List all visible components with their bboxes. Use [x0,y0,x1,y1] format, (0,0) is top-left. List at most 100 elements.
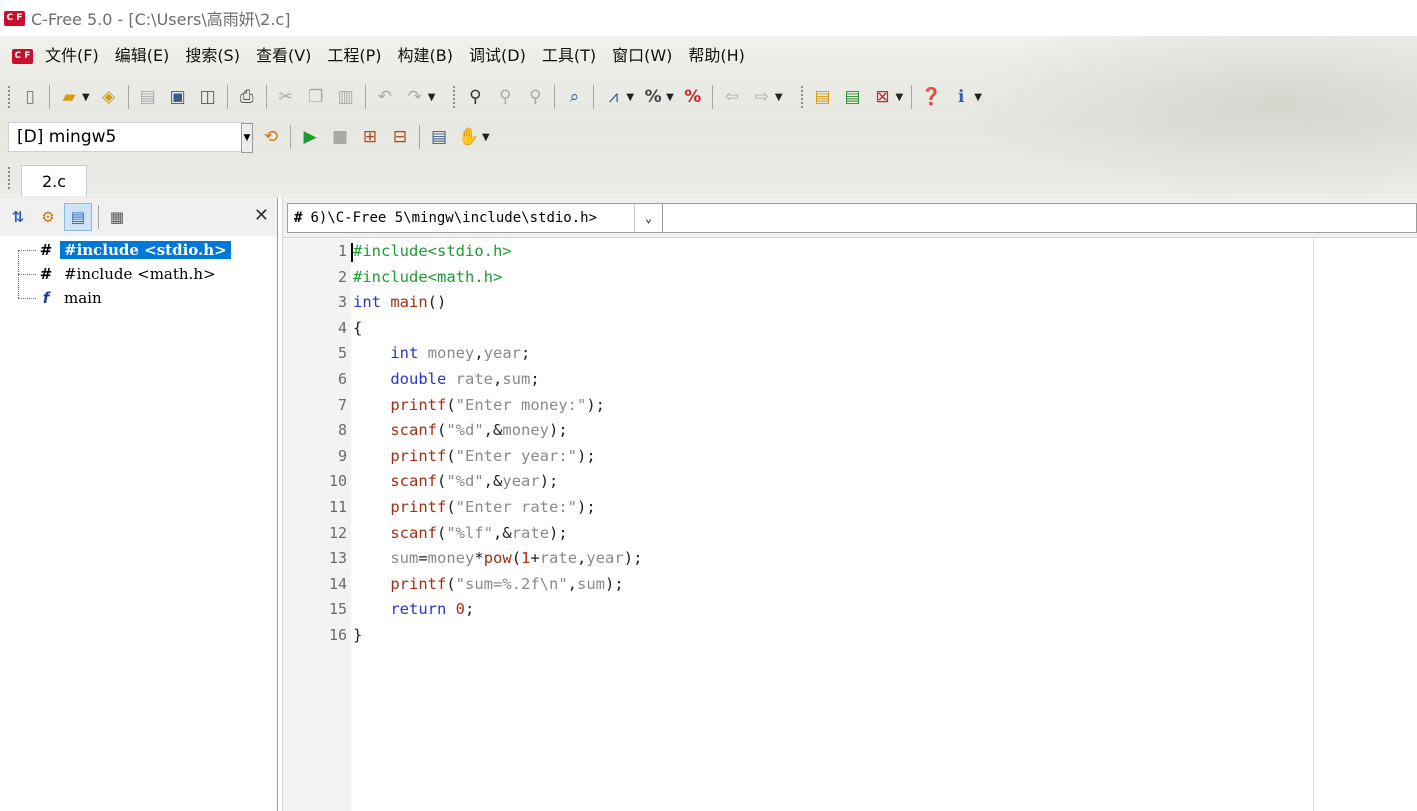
redo-icon[interactable]: ↷ [402,84,428,110]
menu-edit[interactable]: 编辑(E) [107,42,178,70]
build-dropdown-icon[interactable]: ▼ [482,132,490,143]
back-icon[interactable]: ⇦ [719,84,745,110]
code-line[interactable]: double rate,sum; [353,367,1313,393]
code-line[interactable]: return 0; [353,597,1313,623]
compiler-select-dropdown-icon[interactable]: ▼ [241,123,253,153]
stop-icon[interactable]: ■ [327,124,353,150]
undo-icon[interactable]: ↶ [372,84,398,110]
toolbar-grip[interactable] [8,86,11,108]
find-prev-icon[interactable]: ⚲ [522,84,548,110]
build-icon[interactable]: ⊟ [387,124,413,150]
include-combo[interactable]: # 6)\C-Free 5\mingw\include\stdio.h> ⌄ [287,202,663,233]
menu-tools[interactable]: 工具(T) [534,42,604,70]
menu-debug[interactable]: 调试(D) [461,42,534,70]
menu-app-icon[interactable]: C F [12,48,33,64]
tree-item[interactable]: # #include <math.h> [0,262,277,286]
uncomment-icon[interactable]: % [680,84,706,110]
line-number: 12 [328,523,347,542]
tabstrip-grip[interactable] [8,167,11,189]
open-folder-icon[interactable]: ▰ [56,84,82,110]
sort-az-icon[interactable]: ⇅ [4,203,32,231]
menu-help[interactable]: 帮助(H) [680,42,753,70]
line-number: 3 [337,293,347,312]
symbol-list-icon[interactable]: ▤ [64,203,92,231]
project-files-icon[interactable]: ▤ [810,84,836,110]
help-icon[interactable]: ❓ [918,84,944,110]
function-combo[interactable] [663,202,1417,233]
file-list-icon[interactable]: ▦ [103,203,131,231]
compiler-settings-icon[interactable]: ⟲ [258,124,284,150]
code-line[interactable]: scanf("%d",&money); [353,418,1313,444]
open-dropdown-icon[interactable]: ▼ [82,92,90,103]
code-line[interactable]: int main() [353,290,1313,316]
code-editor[interactable]: #include<stdio.h> #include<math.h> int mai… [353,239,1313,649]
comment-icon[interactable]: % [640,84,666,110]
bookmark-icon[interactable]: ⩘ [600,84,626,110]
code-line[interactable]: printf("Enter money:"); [353,393,1313,419]
replace-icon[interactable]: ⌕ [561,84,587,110]
menu-bar: C F 文件(F) 编辑(E) 搜索(S) 查看(V) 工程(P) 构建(B) … [8,42,753,70]
bookmark-dropdown-icon[interactable]: ▼ [626,92,634,103]
code-line[interactable]: } [353,623,1313,649]
close-icon[interactable]: ✕ [254,205,269,226]
build-log-icon[interactable]: ▤ [426,124,452,150]
menu-file[interactable]: 文件(F) [37,42,107,70]
undo-redo-dropdown-icon[interactable]: ▼ [428,92,436,103]
menu-search[interactable]: 搜索(S) [177,42,248,70]
code-line[interactable]: printf("Enter rate:"); [353,495,1313,521]
toolbar-grip[interactable] [800,86,804,108]
forward-icon[interactable]: ⇨ [749,84,775,110]
line-number: 4 [337,318,347,337]
toolbar-grip[interactable] [453,86,456,108]
menu-window[interactable]: 窗口(W) [604,42,680,70]
tree-item[interactable]: # #include <stdio.h> [0,238,277,262]
standard-toolbar: ▯ ▰ ▼ ◈ ▤ ▣ ◫ ⎙ ✂ ❐ ▥ ↶ ↷ ▼ ⚲ ⚲ ⚲ ⌕ ⩘ ▼ … [8,80,986,114]
tab-2c[interactable]: 2.c [21,165,87,196]
info-icon[interactable]: ℹ [948,84,974,110]
project-dropdown-icon[interactable]: ▼ [896,92,904,103]
save-all-icon[interactable]: ◫ [195,84,221,110]
toolbar-separator [49,85,50,109]
compiler-select[interactable]: [D] mingw5 ▼ [8,122,253,153]
copy-icon[interactable]: ❐ [303,84,329,110]
line-number: 8 [337,421,347,440]
code-line[interactable]: printf("sum=%.2f\n",sum); [353,572,1313,598]
code-line[interactable]: printf("Enter year:"); [353,444,1313,470]
tree-item[interactable]: f main [0,286,277,310]
compile-icon[interactable]: ⊞ [357,124,383,150]
menu-view[interactable]: 查看(V) [248,42,319,70]
add-file-icon[interactable]: ▤ [840,84,866,110]
navigate-dropdown-icon[interactable]: ▼ [775,92,783,103]
new-file-icon[interactable]: ▯ [17,84,43,110]
chevron-down-icon[interactable]: ⌄ [634,203,662,232]
menu-build[interactable]: 构建(B) [390,42,461,70]
close-file-icon[interactable]: ▤ [135,84,161,110]
code-line[interactable]: scanf("%lf",&rate); [353,521,1313,547]
code-line[interactable]: #include<stdio.h> [353,239,1313,265]
build-toolbar: [D] mingw5 ▼ ⟲ ▶ ■ ⊞ ⊟ ▤ ✋ ▼ [8,120,494,154]
print-icon[interactable]: ⎙ [234,84,260,110]
code-line[interactable]: scanf("%d",&year); [353,469,1313,495]
code-line[interactable]: sum=money*pow(1+rate,year); [353,546,1313,572]
toolbar-separator [226,85,228,109]
paste-icon[interactable]: ▥ [333,84,359,110]
toolbar-separator [711,85,713,109]
comment-dropdown-icon[interactable]: ▼ [666,92,674,103]
find-icon[interactable]: ⚲ [462,84,488,110]
code-line[interactable]: { [353,316,1313,342]
line-number: 7 [337,395,347,414]
run-icon[interactable]: ▶ [297,124,323,150]
remove-file-icon[interactable]: ⊠ [870,84,896,110]
debug-hand-icon[interactable]: ✋ [456,124,482,150]
help-dropdown-icon[interactable]: ▼ [974,92,982,103]
open-project-icon[interactable]: ◈ [96,84,122,110]
code-line[interactable]: int money,year; [353,341,1313,367]
filter-symbols-icon[interactable]: ⚙ [34,203,62,231]
cut-icon[interactable]: ✂ [273,84,299,110]
code-line[interactable]: #include<math.h> [353,265,1313,291]
find-next-icon[interactable]: ⚲ [492,84,518,110]
line-number-gutter: 1 2 3 4 5 6 7 8 9 10 11 12 13 14 15 16 [283,239,351,811]
save-icon[interactable]: ▣ [165,84,191,110]
menu-project[interactable]: 工程(P) [319,42,389,70]
editor-pane: # 6)\C-Free 5\mingw\include\stdio.h> ⌄ 1… [282,198,1417,811]
